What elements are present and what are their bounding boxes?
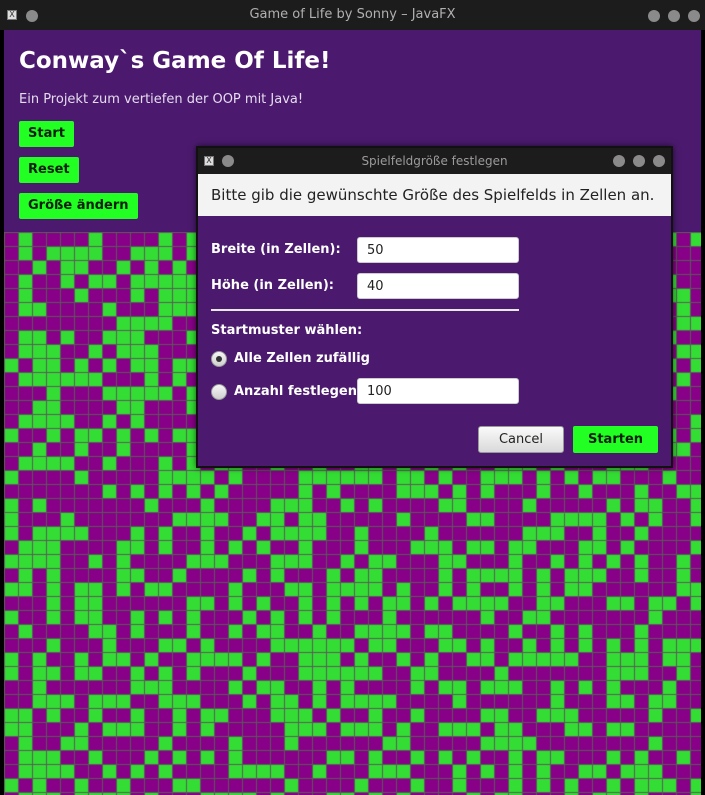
height-input[interactable] [357,273,519,299]
dialog-titlebar[interactable]: X Spielfeldgröße festlegen [198,148,671,174]
dialog-title: Spielfeldgröße festlegen [361,154,508,168]
start-button[interactable]: Start [19,121,74,147]
main-window-titlebar[interactable]: X Game of Life by Sonny – JavaFX [0,0,705,30]
window-title: Game of Life by Sonny – JavaFX [249,7,456,22]
count-radio-label[interactable]: Anzahl festlegen: [234,384,362,399]
count-input[interactable] [357,378,519,404]
minimize-button[interactable] [648,10,660,22]
height-label: Höhe (in Zellen): [211,278,334,293]
page-title: Conway`s Game Of Life! [19,48,331,74]
dialog-minimize-button[interactable] [613,155,625,167]
cancel-button[interactable]: Cancel [478,426,564,453]
dialog-close-button[interactable] [653,155,665,167]
size-dialog: X Spielfeldgröße festlegen Bitte gib die… [196,146,673,468]
close-button[interactable] [688,10,700,22]
random-radio[interactable] [211,351,227,367]
page-subtitle: Ein Projekt zum vertiefen der OOP mit Ja… [19,92,304,107]
resize-button[interactable]: Größe ändern [19,193,138,219]
pattern-label: Startmuster wählen: [211,323,363,338]
dialog-maximize-button[interactable] [633,155,645,167]
random-radio-label[interactable]: Alle Zellen zufällig [234,351,370,366]
starten-button[interactable]: Starten [573,426,658,453]
width-input[interactable] [357,237,519,263]
width-label: Breite (in Zellen): [211,242,341,257]
reset-button[interactable]: Reset [19,157,79,183]
dialog-header: Bitte gib die gewünschte Größe des Spiel… [198,174,671,216]
count-radio[interactable] [211,384,227,400]
maximize-button[interactable] [668,10,680,22]
divider [211,309,519,311]
